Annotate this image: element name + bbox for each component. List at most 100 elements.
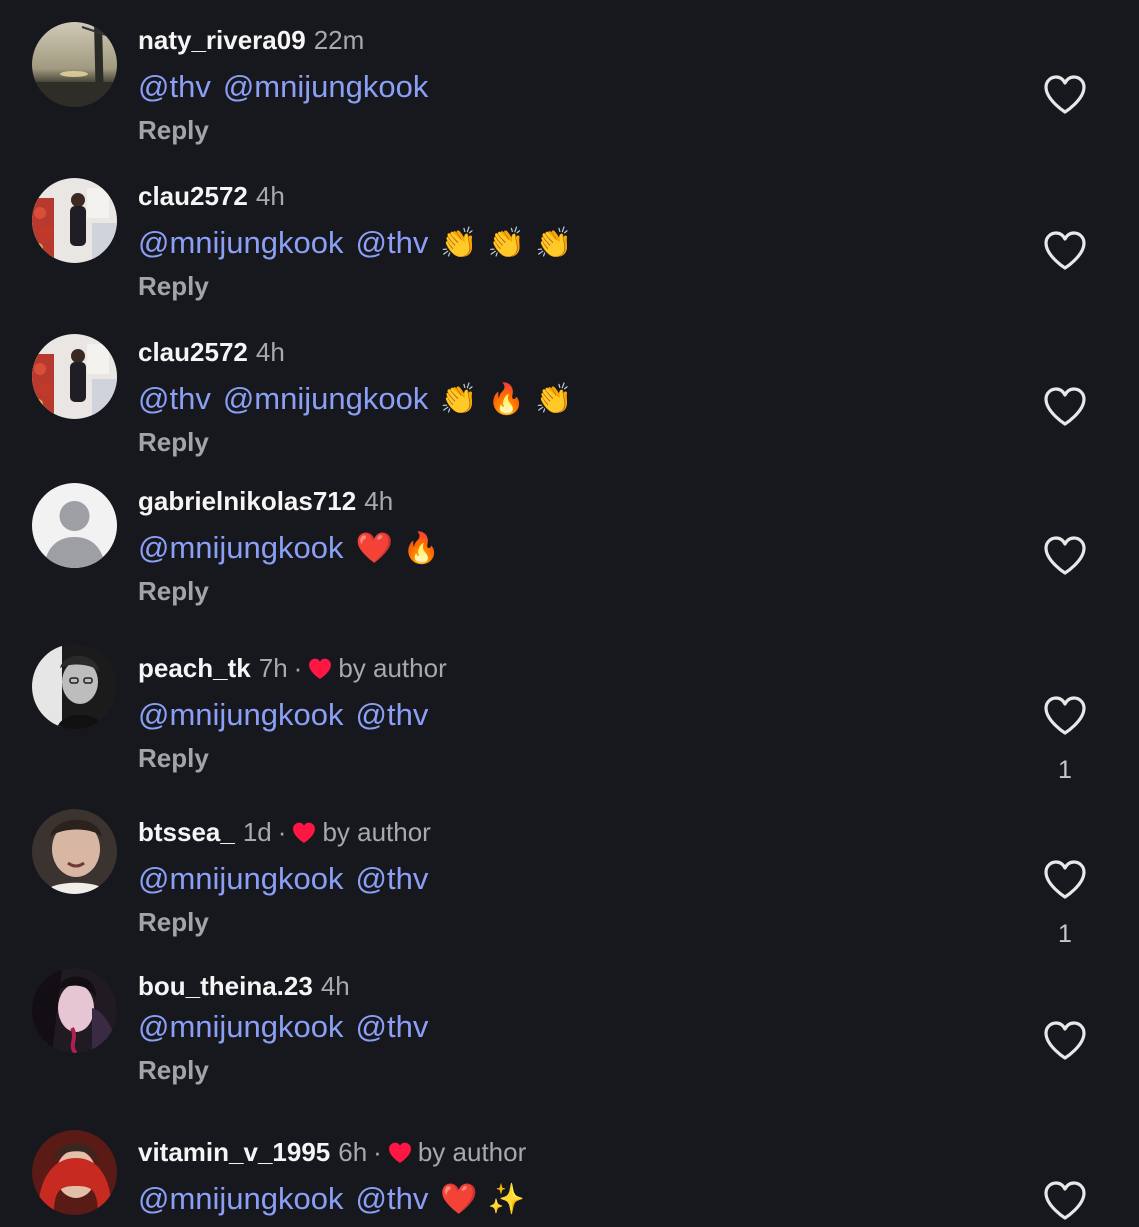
sunset-photo-avatar <box>32 22 117 107</box>
comment-meta: vitamin_v_1995 6h · by author <box>138 1134 959 1170</box>
heart-outline-icon <box>1044 1021 1086 1060</box>
timestamp: 4h <box>255 337 285 367</box>
mention-link[interactable]: @thv <box>356 697 429 732</box>
username[interactable]: btssea_ <box>138 817 235 847</box>
mention-link[interactable]: @mnijungkook <box>138 861 344 896</box>
mention-link[interactable]: @thv <box>138 69 211 104</box>
heart-outline-icon <box>1044 536 1086 575</box>
heart-outline-icon <box>1044 696 1086 735</box>
heart-filled-icon <box>308 653 332 689</box>
heart-outline-icon <box>1044 1181 1086 1220</box>
heart-outline-icon <box>1044 75 1086 114</box>
comment-text: @mnijungkook @thv ❤️ ✨ <box>138 1179 959 1219</box>
like-button[interactable] <box>1042 859 1088 901</box>
timestamp: 6h <box>338 1137 368 1167</box>
username[interactable]: naty_rivera09 <box>138 25 306 55</box>
avatar[interactable] <box>32 22 117 107</box>
username[interactable]: clau2572 <box>138 181 248 211</box>
comment-meta: peach_tk 7h · by author <box>138 650 959 686</box>
like-button[interactable] <box>1042 695 1088 737</box>
comment-text: @mnijungkook @thv 👏 👏 👏 <box>138 223 959 263</box>
like-button[interactable] <box>1042 74 1088 116</box>
mention-link[interactable]: @mnijungkook <box>138 530 344 565</box>
reply-button[interactable]: Reply <box>138 115 209 146</box>
mention-link[interactable]: @mnijungkook <box>138 1009 344 1044</box>
reply-button[interactable]: Reply <box>138 1055 209 1086</box>
mention-link[interactable]: @mnijungkook <box>223 69 429 104</box>
mention-link[interactable]: @mnijungkook <box>138 1181 344 1216</box>
meta-separator: · <box>373 1137 382 1167</box>
like-button[interactable] <box>1042 535 1088 577</box>
bw-portrait-avatar <box>32 644 117 729</box>
username[interactable]: peach_tk <box>138 653 251 683</box>
fire-emoji: 🔥 <box>402 531 441 566</box>
red-heart-emoji: ❤️ <box>355 531 393 566</box>
liked-by-author-label: by author <box>322 817 431 847</box>
heart-outline-icon <box>1044 387 1086 426</box>
meta-separator: · <box>277 817 287 847</box>
timestamp: 7h <box>258 653 288 683</box>
avatar[interactable] <box>32 178 117 263</box>
clapping-hands-emoji: 👏 <box>487 226 526 261</box>
like-button[interactable] <box>1042 1180 1088 1222</box>
like-button[interactable] <box>1042 386 1088 428</box>
username[interactable]: clau2572 <box>138 337 248 367</box>
comment-text: @mnijungkook @thv <box>138 1007 959 1047</box>
mention-link[interactable]: @thv <box>356 225 429 260</box>
mention-link[interactable]: @thv <box>356 861 429 896</box>
mention-link[interactable]: @thv <box>356 1181 429 1216</box>
reply-button[interactable]: Reply <box>138 427 209 458</box>
like-count: 1 <box>1058 920 1072 948</box>
art-avatar <box>32 968 117 1053</box>
username[interactable]: vitamin_v_1995 <box>138 1137 330 1167</box>
mention-link[interactable]: @mnijungkook <box>138 225 344 260</box>
liked-by-author-label: by author <box>338 653 447 683</box>
avatar[interactable] <box>32 1130 117 1215</box>
meta-separator: · <box>293 653 303 683</box>
comment-meta: naty_rivera09 22m <box>138 22 959 58</box>
comment-text: @mnijungkook @thv <box>138 695 959 735</box>
timestamp: 1d <box>242 817 272 847</box>
clapping-hands-emoji: 👏 <box>440 382 478 417</box>
heart-outline-icon <box>1044 231 1086 270</box>
reply-button[interactable]: Reply <box>138 576 209 607</box>
timestamp: 4h <box>320 971 350 1001</box>
comment-text: @mnijungkook ❤️ 🔥 <box>138 528 959 568</box>
avatar[interactable] <box>32 483 117 568</box>
fire-emoji: 🔥 <box>487 382 526 417</box>
timestamp: 22m <box>313 25 365 55</box>
red-hood-avatar <box>32 1130 117 1215</box>
avatar[interactable] <box>32 809 117 894</box>
reply-button[interactable]: Reply <box>138 743 209 774</box>
username[interactable]: bou_theina.23 <box>138 971 313 1001</box>
clapping-hands-emoji: 👏 <box>535 382 573 417</box>
liked-by-author-label: by author <box>417 1137 527 1167</box>
heart-filled-icon <box>388 1137 412 1173</box>
like-button[interactable] <box>1042 1020 1088 1062</box>
clapping-hands-emoji: 👏 <box>535 226 573 261</box>
reply-button[interactable]: Reply <box>138 271 209 302</box>
comment-text: @thv @mnijungkook <box>138 67 959 107</box>
person-photo-avatar <box>32 178 117 263</box>
mention-link[interactable]: @mnijungkook <box>138 697 344 732</box>
comment-text: @mnijungkook @thv <box>138 859 959 899</box>
mention-link[interactable]: @thv <box>138 381 211 416</box>
timestamp: 4h <box>255 181 285 211</box>
timestamp: 4h <box>364 486 394 516</box>
avatar[interactable] <box>32 334 117 419</box>
reply-button[interactable]: Reply <box>138 907 209 938</box>
comment-text: @thv @mnijungkook 👏 🔥 👏 <box>138 379 959 419</box>
default-avatar <box>32 483 117 568</box>
username[interactable]: gabrielnikolas712 <box>138 486 356 516</box>
comment-meta: clau2572 4h <box>138 334 959 370</box>
avatar[interactable] <box>32 968 117 1053</box>
like-button[interactable] <box>1042 230 1088 272</box>
heart-filled-icon <box>292 817 316 853</box>
comment-meta: clau2572 4h <box>138 178 959 214</box>
avatar[interactable] <box>32 644 117 729</box>
mention-link[interactable]: @thv <box>356 1009 429 1044</box>
like-count: 1 <box>1058 756 1072 784</box>
mention-link[interactable]: @mnijungkook <box>223 381 429 416</box>
heart-outline-icon <box>1044 860 1086 899</box>
face-photo-avatar <box>32 809 117 894</box>
